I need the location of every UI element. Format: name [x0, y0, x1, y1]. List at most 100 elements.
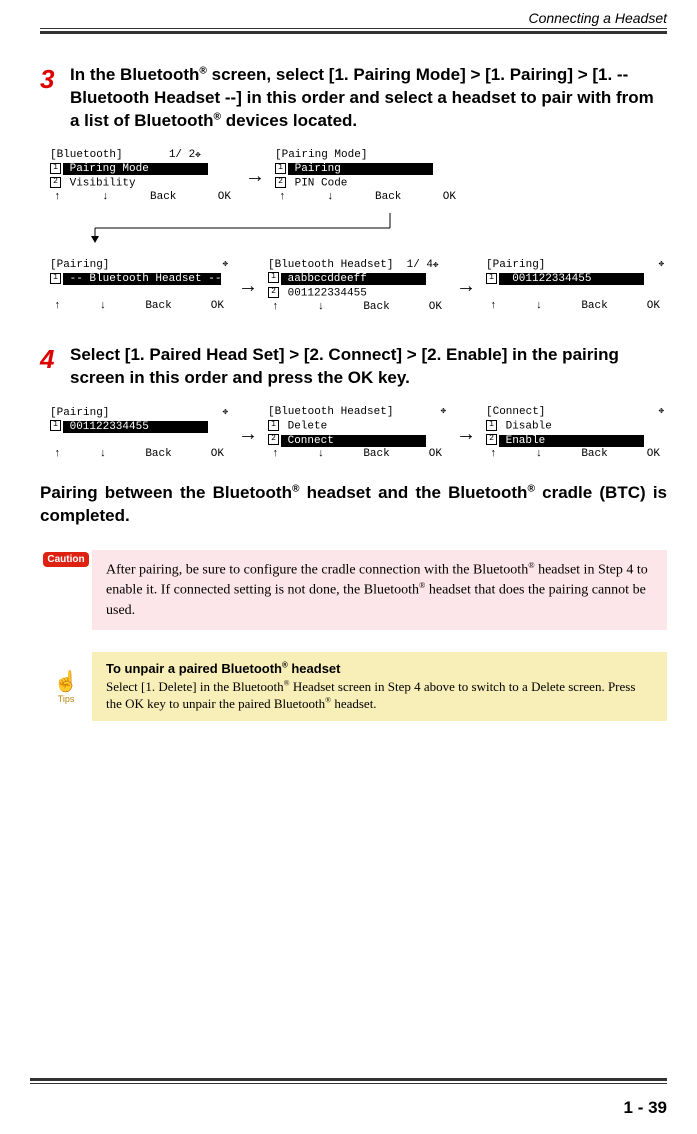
- caution-badge: Caution: [40, 550, 92, 630]
- hand-icon: ☝: [54, 669, 79, 694]
- screen-title: [Connect]: [486, 406, 545, 418]
- screen-title: [Pairing]: [50, 407, 109, 419]
- step-4: 4 Select [1. Paired Head Set] > [2. Conn…: [40, 344, 667, 390]
- screen-title: [Pairing]: [50, 259, 109, 271]
- tip-box: ☝ Tips To unpair a paired Bluetooth® hea…: [40, 652, 667, 721]
- menu-item-selected: -- Bluetooth Headset --: [63, 273, 221, 285]
- item-index: 2: [268, 287, 279, 298]
- softkey-up: ↑: [490, 448, 497, 462]
- dpad-icon: ✥: [659, 406, 664, 417]
- softkey-up: ↑: [54, 448, 61, 462]
- arrow-right-icon: →: [239, 165, 271, 188]
- softkey-back: Back: [581, 448, 607, 462]
- page-header: Connecting a Headset: [40, 0, 667, 26]
- arrow-right-icon: →: [232, 423, 264, 446]
- caution-label: Caution: [43, 552, 88, 567]
- screen-row-c: [Pairing]✥ 1 001122334455 ↑ ↓ Back OK → …: [40, 406, 667, 462]
- item-index: 1: [50, 273, 61, 284]
- rule-thin: [40, 28, 667, 29]
- step-3: 3 In the Bluetooth® screen, select [1. P…: [40, 64, 667, 133]
- softkey-back: Back: [150, 191, 176, 205]
- softkey-ok: OK: [429, 301, 442, 315]
- step-body: In the Bluetooth® screen, select [1. Pai…: [70, 64, 667, 133]
- softkey-back: Back: [581, 300, 607, 314]
- softkey-down: ↓: [100, 300, 107, 314]
- item-index: 1: [268, 420, 279, 431]
- softkey-up: ↑: [279, 191, 286, 205]
- item-index: 1: [486, 420, 497, 431]
- softkey-down: ↓: [327, 191, 334, 205]
- softkey-ok: OK: [429, 448, 442, 462]
- softkey-back: Back: [145, 300, 171, 314]
- screen-row-a: [Bluetooth] 1/ 2✥ 1 Pairing Mode 2 Visib…: [40, 149, 667, 205]
- softkey-ok: OK: [211, 300, 224, 314]
- screen-paired-device: [Pairing] ✥ 1 001122334455 ↑ ↓ Back OK: [50, 407, 228, 462]
- arrow-right-icon: →: [450, 275, 482, 298]
- item-index: 2: [50, 177, 61, 188]
- screen-title: [Bluetooth Headset]: [268, 406, 393, 418]
- item-index: 2: [268, 434, 279, 445]
- item-index: 1: [486, 273, 497, 284]
- step-number: 4: [40, 344, 70, 390]
- menu-item-selected: aabbccddeeff: [281, 273, 426, 285]
- screen-bluetooth: [Bluetooth] 1/ 2✥ 1 Pairing Mode 2 Visib…: [50, 149, 235, 205]
- softkey-up: ↑: [272, 448, 279, 462]
- menu-item: PIN Code: [288, 177, 347, 189]
- screen-title: [Bluetooth] 1/ 2: [50, 149, 195, 161]
- softkey-down: ↓: [102, 191, 109, 205]
- item-index: 1: [50, 420, 61, 431]
- dpad-icon: ✥: [659, 259, 664, 270]
- softkey-down: ↓: [318, 301, 325, 315]
- screen-row-b: [Pairing] ✥ 1 -- Bluetooth Headset -- ↑ ↓…: [40, 259, 667, 315]
- softkey-down: ↓: [536, 448, 543, 462]
- menu-item-selected: Enable: [499, 435, 644, 447]
- menu-item-selected: 001122334455: [63, 421, 208, 433]
- arrow-right-icon: →: [450, 423, 482, 446]
- screen-connect: [Connect]✥ 1 Disable 2 Enable ↑ ↓ Back O…: [486, 406, 664, 462]
- menu-item: Delete: [281, 420, 327, 432]
- softkey-ok: OK: [211, 448, 224, 462]
- arrow-right-icon: →: [232, 275, 264, 298]
- page-number: 1 - 39: [624, 1098, 667, 1118]
- softkey-ok: OK: [218, 191, 231, 205]
- softkey-ok: OK: [443, 191, 456, 205]
- step-number: 3: [40, 64, 70, 133]
- screen-headset-menu: [Bluetooth Headset]✥ 1 Delete 2 Connect …: [268, 406, 446, 462]
- caution-box: Caution After pairing, be sure to config…: [40, 550, 667, 630]
- step-body: Select [1. Paired Head Set] > [2. Connec…: [70, 344, 667, 390]
- softkey-back: Back: [145, 448, 171, 462]
- screen-title: [Pairing]: [486, 259, 545, 271]
- softkey-down: ↓: [318, 448, 325, 462]
- tip-badge: ☝ Tips: [40, 652, 92, 721]
- screen-pairing-mode: [Pairing Mode] 1 Pairing 2 PIN Code ↑ ↓ …: [275, 149, 460, 205]
- rule-thick: [40, 31, 667, 34]
- tip-label: Tips: [58, 694, 75, 704]
- menu-item-selected: Pairing: [288, 163, 433, 175]
- tip-body: To unpair a paired Bluetooth® headset Se…: [92, 652, 667, 721]
- softkey-up: ↑: [490, 300, 497, 314]
- softkey-back: Back: [363, 301, 389, 315]
- screen-pairing-select: [Pairing] ✥ 1 -- Bluetooth Headset -- ↑ ↓…: [50, 259, 228, 314]
- softkey-back: Back: [363, 448, 389, 462]
- completion-text: Pairing between the Bluetooth® headset a…: [40, 482, 667, 528]
- flow-connector: [50, 213, 667, 243]
- menu-item-selected: Pairing Mode: [63, 163, 208, 175]
- menu-item-selected: 001122334455: [499, 273, 644, 285]
- softkey-up: ↑: [54, 300, 61, 314]
- screen-paired: [Pairing] ✥ 1 001122334455 ↑ ↓ Back OK: [486, 259, 664, 314]
- item-index: 1: [268, 272, 279, 283]
- screen-headset-list: [Bluetooth Headset] 1/ 4✥ 1 aabbccddeeff…: [268, 259, 446, 315]
- softkey-down: ↓: [536, 300, 543, 314]
- dpad-icon: ✥: [223, 407, 228, 418]
- screen-title: [Bluetooth Headset] 1/ 4: [268, 259, 433, 271]
- softkey-back: Back: [375, 191, 401, 205]
- softkey-up: ↑: [272, 301, 279, 315]
- footer-rules: [30, 1078, 667, 1084]
- item-index: 1: [50, 163, 61, 174]
- dpad-icon: ✥: [195, 150, 200, 161]
- dpad-icon: ✥: [223, 259, 228, 270]
- softkey-down: ↓: [100, 448, 107, 462]
- softkey-ok: OK: [647, 300, 660, 314]
- menu-item: Visibility: [63, 177, 136, 189]
- item-index: 2: [275, 177, 286, 188]
